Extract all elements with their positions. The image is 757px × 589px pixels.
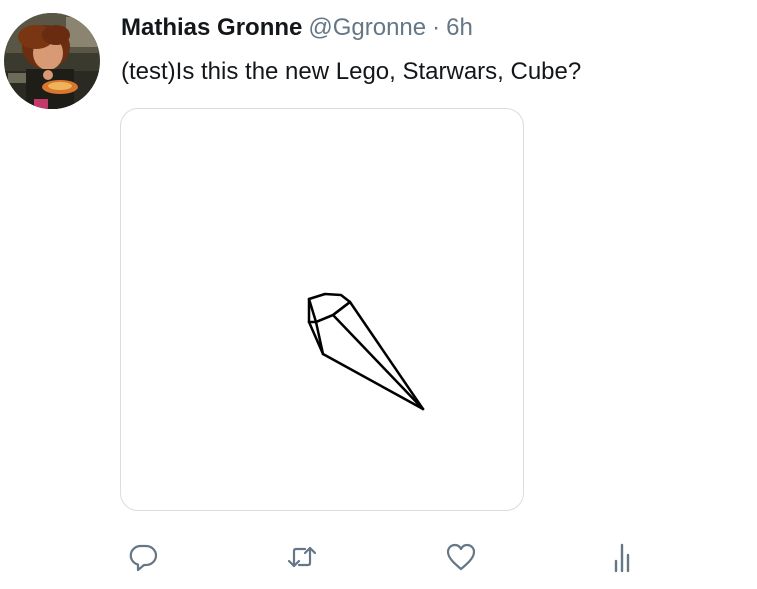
retweet-button[interactable] xyxy=(284,539,320,575)
tweet-timestamp[interactable]: 6h xyxy=(446,14,473,41)
analytics-icon xyxy=(614,543,630,573)
tweet: Mathias Gronne @Ggronne · 6h (test)Is this … xyxy=(0,0,757,589)
separator-dot: · xyxy=(432,14,441,41)
tweet-text: (test)Is this the new Lego, Starwars, Cu… xyxy=(121,58,582,85)
media-image xyxy=(307,292,425,411)
like-button[interactable] xyxy=(443,539,479,575)
tweet-header: Mathias Gronne @Ggronne · 6h xyxy=(121,12,473,44)
author-name[interactable]: Mathias Gronne xyxy=(121,14,302,41)
avatar-image xyxy=(4,13,100,109)
heart-icon xyxy=(446,543,476,571)
reply-button[interactable] xyxy=(125,539,161,575)
retweet-icon xyxy=(287,546,317,568)
analytics-button[interactable] xyxy=(603,539,639,575)
author-handle[interactable]: @Ggronne xyxy=(308,14,426,41)
reply-icon xyxy=(129,544,158,572)
media-card[interactable] xyxy=(120,108,524,511)
avatar[interactable] xyxy=(4,13,100,109)
